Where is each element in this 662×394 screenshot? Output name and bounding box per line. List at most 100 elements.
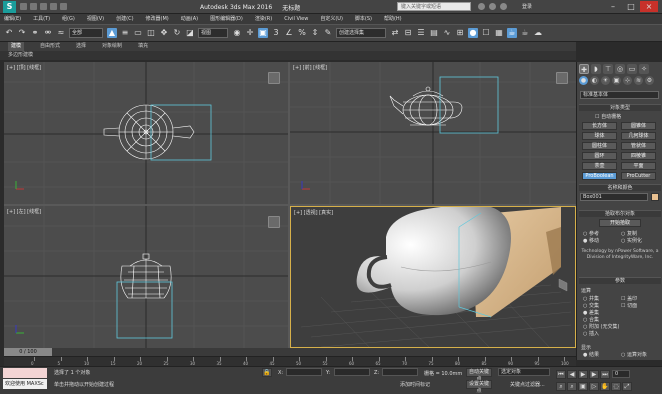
reference-coord-select[interactable]: 视图 — [198, 28, 228, 38]
redo-icon[interactable] — [60, 3, 67, 10]
rendered-frame-icon[interactable]: ▦ — [494, 28, 504, 38]
menu-item[interactable]: 自定义(U) — [320, 14, 343, 24]
operation-radio[interactable]: ○ 附加 (无交集) — [583, 323, 619, 330]
motion-tab-icon[interactable]: ◎ — [615, 64, 625, 74]
time-slider[interactable]: 0 / 100 — [4, 348, 576, 356]
select-manipulate-icon[interactable]: ✛ — [245, 28, 255, 38]
goto-end-icon[interactable]: ⏭ — [600, 370, 610, 379]
maximize-viewport-icon[interactable]: ⤢ — [622, 382, 632, 391]
object-type-header[interactable]: 对象类型 — [579, 104, 661, 111]
viewcube-icon[interactable] — [268, 72, 280, 84]
orbit-icon[interactable]: ◌ — [611, 382, 621, 391]
shapes-icon[interactable]: ◐ — [590, 76, 599, 85]
current-frame-input[interactable]: 0 — [612, 370, 630, 378]
fov-icon[interactable]: ▷ — [589, 382, 599, 391]
viewcube-icon[interactable] — [556, 72, 568, 84]
op-imprint[interactable]: ☐ 盖印 — [621, 295, 637, 302]
menu-item[interactable]: 工具(T) — [33, 14, 50, 24]
select-object-icon[interactable]: ▲ — [107, 28, 117, 38]
viewport-top-label[interactable]: [+] [顶] [线框] — [7, 64, 41, 71]
autogrid-checkbox[interactable]: ☐ 自动栅格 — [595, 113, 621, 120]
sign-in-link[interactable]: 登录 — [522, 3, 532, 10]
x-coord-input[interactable] — [286, 368, 322, 376]
star-icon[interactable] — [489, 3, 496, 10]
spinner-snap-icon[interactable]: ⇕ — [310, 28, 320, 38]
menu-item[interactable]: 脚本(S) — [355, 14, 372, 24]
angle-snap-icon[interactable]: ∠ — [284, 28, 294, 38]
y-coord-input[interactable] — [334, 368, 370, 376]
object-color-swatch[interactable] — [651, 193, 659, 201]
unlink-icon[interactable]: ⚮ — [43, 28, 53, 38]
save-file-icon[interactable] — [40, 3, 47, 10]
zoom-all-icon[interactable]: ⌕ — [567, 382, 577, 391]
object-type-button[interactable]: 几何球体 — [621, 132, 656, 140]
menu-item[interactable]: 编辑(E) — [4, 14, 21, 24]
rect-selection-icon[interactable]: ▭ — [133, 28, 143, 38]
display-tab-icon[interactable]: ▭ — [627, 64, 637, 74]
menu-item[interactable]: 组(G) — [62, 14, 75, 24]
object-type-button[interactable]: 长方体 — [582, 122, 617, 130]
menu-item[interactable]: 图形编辑器(D) — [210, 14, 243, 24]
menu-item[interactable]: Civil View — [284, 14, 308, 24]
zoom-icon[interactable]: ⌕ — [556, 382, 566, 391]
object-type-button[interactable]: 茶壶 — [582, 162, 617, 170]
undo-icon[interactable] — [50, 3, 57, 10]
a360-icon[interactable]: ☁ — [533, 28, 543, 38]
next-frame-icon[interactable]: ▶ — [589, 370, 599, 379]
material-editor-icon[interactable]: ● — [468, 28, 478, 38]
snaps-toggle-icon[interactable]: 3 — [271, 28, 281, 38]
create-tab-icon[interactable]: ✚ — [579, 64, 589, 74]
menu-item[interactable]: 动画(A) — [181, 14, 198, 24]
new-file-icon[interactable] — [20, 3, 27, 10]
key-filters-button[interactable]: 关键点过滤器... — [510, 381, 545, 388]
spacewarps-icon[interactable]: ≋ — [634, 76, 643, 85]
close-button[interactable]: × — [640, 1, 658, 12]
undo-icon[interactable]: ↶ — [4, 28, 14, 38]
display-result[interactable]: ● 结果 — [583, 351, 599, 358]
ribbon-tab[interactable]: 选择 — [76, 42, 86, 51]
graphite-icon[interactable]: ▤ — [429, 28, 439, 38]
viewport-front[interactable]: [+] [前] [线框] — [290, 62, 576, 204]
selection-filter-select[interactable]: 全部 — [69, 28, 103, 38]
viewport-top[interactable]: [+] [顶] [线框] — [4, 62, 288, 204]
viewport-perspective[interactable]: [+] [透视] [真实] — [290, 206, 576, 348]
viewport-front-label[interactable]: [+] [前] [线框] — [293, 64, 327, 71]
pick-boolean-header[interactable]: 拾取布尔对象 — [579, 210, 661, 217]
binoculars-icon[interactable] — [478, 3, 485, 10]
pivot-center-icon[interactable]: ◉ — [232, 28, 242, 38]
viewport-persp-label[interactable]: [+] [透视] [真实] — [294, 209, 333, 216]
pan-icon[interactable]: ✋ — [600, 382, 610, 391]
named-selection-select[interactable]: 创建选择集 — [336, 28, 386, 38]
object-type-button[interactable]: 管状体 — [621, 142, 656, 150]
cameras-icon[interactable]: ▣ — [612, 76, 621, 85]
track-bar[interactable]: 0 5 10 15 20 25 30 35 40 45 50 55 60 65 70 75 80 85 90 95 10… — [4, 356, 576, 366]
mirror-icon[interactable]: ⇄ — [390, 28, 400, 38]
goto-start-icon[interactable]: ⏮ — [556, 370, 566, 379]
edit-named-sel-icon[interactable]: ✎ — [323, 28, 333, 38]
pick-option-move[interactable]: ● 移动 — [583, 237, 599, 244]
op-cookie[interactable]: ☐ 切面 — [621, 302, 637, 309]
render-icon[interactable]: ☕ — [507, 28, 517, 38]
object-category-select[interactable]: 标准基本体 — [580, 91, 659, 99]
object-type-button[interactable]: 圆环 — [582, 152, 617, 160]
open-file-icon[interactable] — [30, 3, 37, 10]
keyboard-shortcut-icon[interactable]: ▣ — [258, 28, 268, 38]
minimize-button[interactable]: – — [604, 1, 622, 12]
name-color-header[interactable]: 名称和颜色 — [579, 184, 661, 191]
viewcube-persp-icon[interactable] — [558, 278, 568, 292]
object-type-button[interactable]: 平面 — [621, 162, 656, 170]
add-time-tag-button[interactable]: 添加时间标记 — [400, 381, 430, 388]
operation-radio[interactable]: ○ 插入 — [583, 330, 599, 337]
menu-item[interactable]: 创建(C) — [116, 14, 133, 24]
object-type-button[interactable]: 球体 — [582, 132, 617, 140]
play-icon[interactable]: ▶ — [578, 370, 588, 379]
operation-radio[interactable]: ○ 交集 — [583, 302, 599, 309]
redo-icon[interactable]: ↷ — [17, 28, 27, 38]
object-type-button[interactable]: 圆锥体 — [621, 122, 656, 130]
user-icon[interactable] — [500, 3, 507, 10]
object-name-input[interactable]: Box001 — [580, 193, 648, 201]
scale-icon[interactable]: ◪ — [185, 28, 195, 38]
menu-item[interactable]: 帮助(H) — [384, 14, 402, 24]
z-coord-input[interactable] — [382, 368, 418, 376]
ribbon-tab[interactable]: 填充 — [138, 42, 148, 51]
